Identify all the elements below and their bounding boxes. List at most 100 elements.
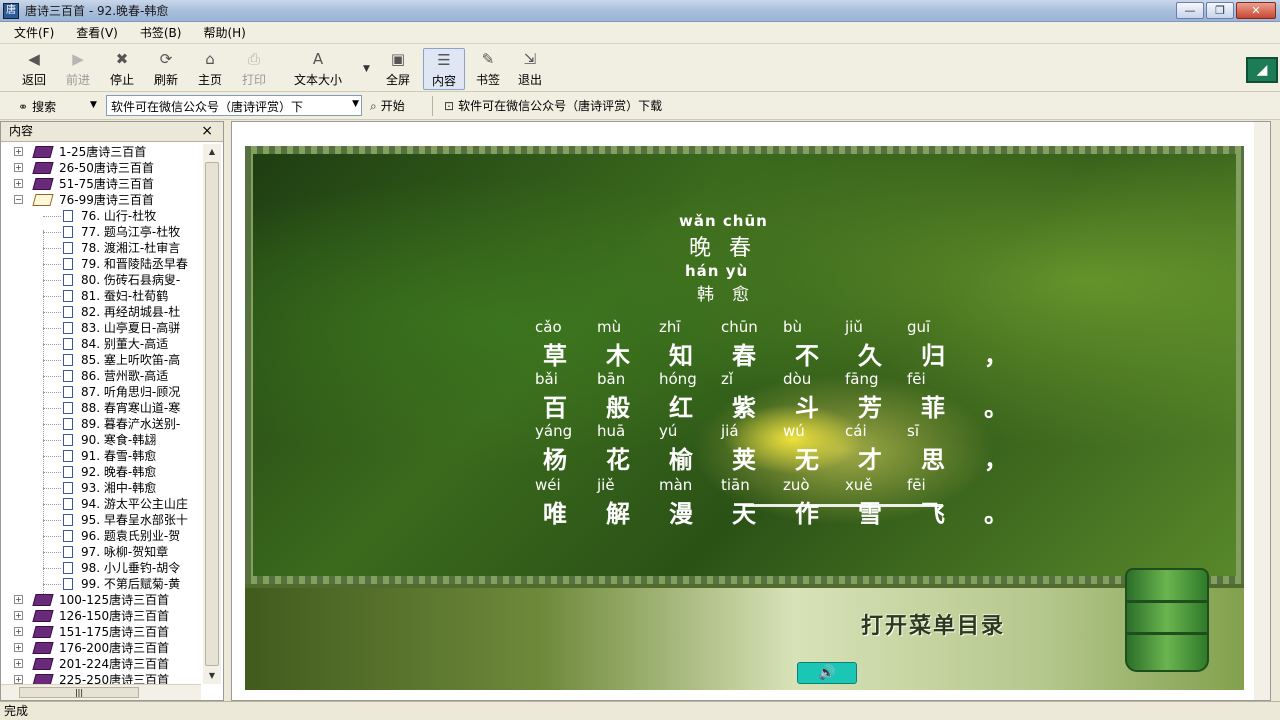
print-button[interactable]: ⎙ 打印	[236, 48, 272, 90]
brand-logo: ◢	[1246, 57, 1278, 83]
document-icon	[63, 354, 73, 366]
expand-icon[interactable]: +	[14, 627, 23, 636]
verse-character: 飞	[921, 499, 945, 528]
poem-author-pinyin: hán yù	[685, 262, 749, 280]
text-size-dropdown-arrow[interactable]: ▼	[363, 64, 370, 74]
tree-item-poem[interactable]: 82. 再经胡城县-杜	[1, 304, 201, 320]
expand-icon[interactable]: +	[14, 611, 23, 620]
verse-character: 思	[921, 445, 945, 474]
tree-item-group[interactable]: +176-200唐诗三百首	[1, 640, 201, 656]
tree-item-poem[interactable]: 98. 小儿垂钓-胡令	[1, 560, 201, 576]
tree-item-group[interactable]: +100-125唐诗三百首	[1, 592, 201, 608]
tree-item-poem[interactable]: 79. 和晋陵陆丞早春	[1, 256, 201, 272]
tree-item-poem[interactable]: 99. 不第后赋菊-黄	[1, 576, 201, 592]
tree-item-poem[interactable]: 84. 别董大-高适	[1, 336, 201, 352]
tree-item-group[interactable]: − 76-99唐诗三百首	[1, 192, 201, 208]
refresh-button[interactable]: ⟳ 刷新	[148, 48, 184, 90]
back-button[interactable]: ◀ 返回	[16, 48, 52, 90]
tree-item-poem[interactable]: 88. 春宵寒山道-寒	[1, 400, 201, 416]
maximize-button[interactable]: ❐	[1206, 2, 1234, 19]
expand-icon[interactable]: +	[14, 659, 23, 668]
contents-pane: 内容 × +1-25唐诗三百首 +26-50唐诗三百首 +51-75唐诗三百首 −76…	[0, 121, 224, 701]
tree-item-poem[interactable]: 76. 山行-杜牧	[1, 208, 201, 224]
tree-item-poem[interactable]: 80. 伤砖石县病叟-	[1, 272, 201, 288]
tree-item-poem[interactable]: 87. 听角思归-顾况	[1, 384, 201, 400]
expand-icon[interactable]: +	[14, 675, 23, 684]
tree-item-poem[interactable]: 93. 湘中-韩愈	[1, 480, 201, 496]
close-icon[interactable]: ×	[201, 122, 213, 141]
search-info-link[interactable]: ⊡ 软件可在微信公众号（唐诗评赏）下载	[444, 97, 662, 114]
tree-item-poem[interactable]: 81. 蚕妇-杜荀鹤	[1, 288, 201, 304]
expand-icon[interactable]: +	[14, 147, 23, 156]
tree-horizontal-scrollbar[interactable]: |||	[1, 684, 201, 700]
stop-label: 停止	[109, 73, 134, 87]
fullscreen-label: 全屏	[385, 73, 410, 87]
search-input[interactable]: 软件可在微信公众号（唐诗评赏）下 ▼	[106, 95, 362, 116]
open-menu-button[interactable]: 打开菜单目录	[861, 608, 1005, 640]
home-button[interactable]: ⌂ 主页	[192, 48, 228, 90]
tree-item-poem[interactable]: 89. 暮春浐水送别-	[1, 416, 201, 432]
scroll-up-icon[interactable]: ▲	[203, 144, 221, 160]
tree-item-poem[interactable]: 96. 题袁氏别业-贺	[1, 528, 201, 544]
window-title: 唐诗三百首 - 92.晚春-韩愈	[25, 4, 169, 18]
expand-icon[interactable]: +	[14, 179, 23, 188]
tree-item-poem[interactable]: 97. 咏柳-贺知章	[1, 544, 201, 560]
tree-item-label: 1-25唐诗三百首	[59, 145, 147, 159]
tree-item-group[interactable]: +1-25唐诗三百首	[1, 144, 201, 160]
scroll-down-icon[interactable]: ▼	[203, 668, 221, 684]
bookmark-icon: ✎	[481, 50, 495, 68]
expand-icon[interactable]: +	[14, 595, 23, 604]
tree-item-label: 81. 蚕妇-杜荀鹤	[81, 289, 169, 303]
verse-character: 春	[732, 341, 756, 370]
tree-item-poem[interactable]: 94. 游太平公主山庄	[1, 496, 201, 512]
search-dropdown-arrow[interactable]: ▼	[90, 100, 97, 110]
tree-item-poem[interactable]: 90. 寒食-韩翃	[1, 432, 201, 448]
content-panel-icon: ☰	[437, 51, 451, 69]
tree-item-group[interactable]: +26-50唐诗三百首	[1, 160, 201, 176]
collapse-icon[interactable]: −	[14, 195, 23, 204]
search-go-button[interactable]: ⌕ 开始	[370, 97, 405, 114]
tree-vertical-scrollbar[interactable]: ▲ ▼	[203, 144, 221, 684]
tree-item-group[interactable]: +51-75唐诗三百首	[1, 176, 201, 192]
poem-verse-line: 杨 花 榆 荚 无 才 思 ，	[543, 440, 1047, 475]
tree-item-poem[interactable]: 86. 营州歌-高适	[1, 368, 201, 384]
scroll-thumb[interactable]	[205, 162, 219, 666]
close-button[interactable]: ✕	[1236, 2, 1276, 19]
menu-help[interactable]: 帮助(H)	[203, 24, 245, 41]
tree-item-poem[interactable]: 83. 山亭夏日-高骈	[1, 320, 201, 336]
menu-file[interactable]: 文件(F)	[14, 24, 54, 41]
content-button[interactable]: ☰ 内容	[423, 48, 465, 90]
expand-icon[interactable]: +	[14, 163, 23, 172]
tree-item-poem[interactable]: 85. 塞上听吹笛-高	[1, 352, 201, 368]
forward-label: 前进	[65, 73, 90, 87]
text-size-button[interactable]: A 文本大小	[286, 48, 350, 90]
pane-splitter[interactable]	[224, 121, 230, 701]
poem-verse-line: 百 般 红 紫 斗 芳 菲 。	[543, 388, 1047, 423]
tree-item-poem[interactable]: 78. 渡湘江-杜审言	[1, 240, 201, 256]
stop-button[interactable]: ✖ 停止	[104, 48, 140, 90]
forward-button[interactable]: ▶ 前进	[60, 48, 96, 90]
tree-item-poem[interactable]: 95. 早春呈水部张十	[1, 512, 201, 528]
speaker-icon: 🔊	[818, 665, 836, 681]
tree-item-poem[interactable]: 91. 春雪-韩愈	[1, 448, 201, 464]
pinyin-syllable: zhī	[659, 318, 681, 336]
chevron-down-icon[interactable]: ▼	[352, 99, 359, 109]
book-icon	[32, 162, 54, 174]
sound-button[interactable]: 🔊	[797, 662, 857, 684]
minimize-button[interactable]: —	[1176, 2, 1204, 19]
bookmark-button[interactable]: ✎ 书签	[470, 48, 506, 90]
menu-view[interactable]: 查看(V)	[76, 24, 118, 41]
pinyin-syllable: fēi	[907, 476, 926, 494]
content-vertical-scrollbar[interactable]	[1254, 122, 1270, 700]
hscroll-thumb[interactable]: |||	[19, 687, 139, 698]
expand-icon[interactable]: +	[14, 643, 23, 652]
search-toggle[interactable]: ⚭ 搜索	[18, 98, 56, 115]
fullscreen-button[interactable]: ▣ 全屏	[380, 48, 416, 90]
tree-item-poem[interactable]: 77. 题乌江亭-杜牧	[1, 224, 201, 240]
menu-bookmarks[interactable]: 书签(B)	[140, 24, 182, 41]
tree-item-group[interactable]: +126-150唐诗三百首	[1, 608, 201, 624]
tree-item-group[interactable]: +151-175唐诗三百首	[1, 624, 201, 640]
tree-item-group[interactable]: +201-224唐诗三百首	[1, 656, 201, 672]
exit-button[interactable]: ⇲ 退出	[512, 48, 548, 90]
tree-item-poem[interactable]: 92. 晚春-韩愈	[1, 464, 201, 480]
